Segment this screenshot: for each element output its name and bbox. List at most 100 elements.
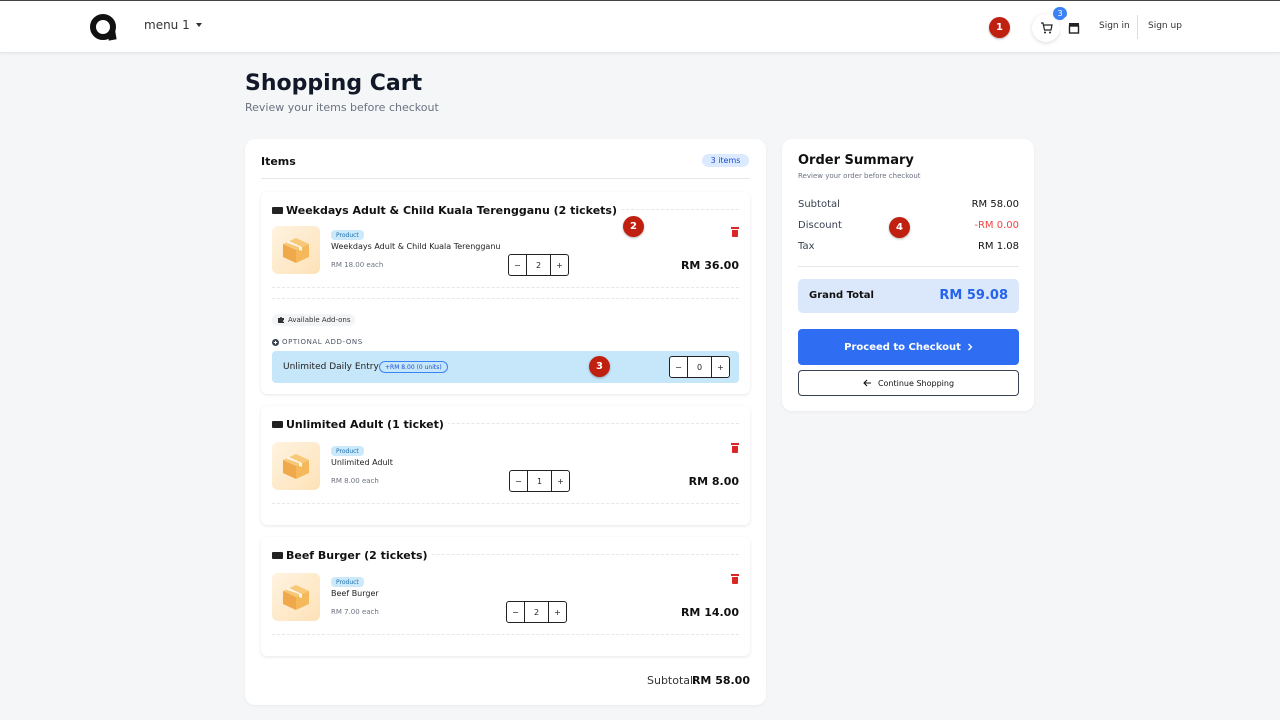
group-title-text: Unlimited Adult (1 ticket) xyxy=(286,418,444,431)
product-badge: Product xyxy=(331,230,364,240)
quantity-value[interactable]: 1 xyxy=(527,471,552,491)
cart-items-card: Items 3 items Weekdays Adult & Child Kua… xyxy=(245,139,766,705)
product-name: Unlimited Adult xyxy=(331,458,393,467)
grand-total-box: Grand Total RM 59.08 xyxy=(798,279,1019,313)
menu-dropdown[interactable]: menu 1 xyxy=(144,18,202,32)
product-badge: Product xyxy=(331,446,364,456)
product-name: Beef Burger xyxy=(331,589,379,598)
continue-label: Continue Shopping xyxy=(877,378,955,388)
items-divider xyxy=(261,178,750,179)
quantity-value[interactable]: 2 xyxy=(524,602,549,622)
addon-decrease-button[interactable]: − xyxy=(670,357,687,377)
cart-group-1: Weekdays Adult & Child Kuala Terengganu … xyxy=(261,192,750,394)
puzzle-icon xyxy=(278,317,284,323)
group-title-text: Weekdays Adult & Child Kuala Terengganu … xyxy=(286,204,617,217)
proceed-to-checkout-button[interactable]: Proceed to Checkout xyxy=(798,329,1019,365)
group-title: Weekdays Adult & Child Kuala Terengganu … xyxy=(272,204,621,217)
annotation-marker-4: 4 xyxy=(889,217,910,238)
continue-shopping-button[interactable]: Continue Shopping xyxy=(798,370,1019,396)
quantity-stepper: − 2 + xyxy=(506,601,567,623)
subtotal-label: Subtotal xyxy=(798,199,840,210)
cart-group-3: Beef Burger (2 tickets) Product Beef Bur… xyxy=(261,537,750,656)
product-name: Weekdays Adult & Child Kuala Terengganu xyxy=(331,242,501,251)
menu-label: menu 1 xyxy=(144,18,190,32)
grand-total-label: Grand Total xyxy=(809,290,874,301)
box-icon xyxy=(283,454,309,479)
checkout-label: Proceed to Checkout xyxy=(844,341,961,353)
product-badge: Product xyxy=(331,577,364,587)
annotation-marker-3: 3 xyxy=(589,356,610,377)
available-addons-label: Available Add-ons xyxy=(272,314,356,326)
addon-name: Unlimited Daily Entry xyxy=(283,362,379,372)
quantity-stepper: − 2 + xyxy=(508,254,569,276)
quantity-value[interactable]: 2 xyxy=(526,255,551,275)
plus-circle-icon xyxy=(272,338,279,346)
sign-in-link[interactable]: Sign in xyxy=(1099,21,1130,31)
trash-icon[interactable] xyxy=(731,574,739,584)
row-rule xyxy=(272,634,739,635)
summary-title: Order Summary xyxy=(798,153,914,168)
tax-value: RM 1.08 xyxy=(977,241,1019,252)
summary-tax-row: Tax RM 1.08 xyxy=(798,241,1019,252)
optional-addons-label: OPTIONAL ADD-ONS xyxy=(272,338,363,346)
line-total: RM 8.00 xyxy=(688,475,739,488)
decrease-button[interactable]: − xyxy=(510,471,527,491)
page-title: Shopping Cart xyxy=(245,71,423,96)
page-subtitle: Review your items before checkout xyxy=(245,101,439,114)
box-icon xyxy=(283,585,309,610)
decrease-button[interactable]: − xyxy=(507,602,524,622)
group-title: Beef Burger (2 tickets) xyxy=(272,549,432,562)
grand-total-value: RM 59.08 xyxy=(939,288,1008,303)
line-total: RM 36.00 xyxy=(680,259,739,272)
subtotal-value: RM 58.00 xyxy=(971,199,1019,210)
product-thumbnail xyxy=(272,226,320,274)
summary-subtitle: Review your order before checkout xyxy=(798,172,921,180)
addon-quantity-value[interactable]: 0 xyxy=(687,357,712,377)
cart-subtotal-label: Subtotal: xyxy=(647,674,697,687)
sign-up-link[interactable]: Sign up xyxy=(1148,21,1182,31)
addon-increase-button[interactable]: + xyxy=(712,357,729,377)
ticket-icon xyxy=(272,552,283,559)
ticket-icon xyxy=(272,207,283,214)
decrease-button[interactable]: − xyxy=(509,255,526,275)
product-thumbnail xyxy=(272,573,320,621)
increase-button[interactable]: + xyxy=(552,471,569,491)
cart-subtotal-value: RM 58.00 xyxy=(691,674,750,687)
arrow-left-icon xyxy=(863,379,871,387)
box-icon xyxy=(283,238,309,263)
product-unit-price: RM 18.00 each xyxy=(331,261,384,269)
chevron-right-icon xyxy=(967,343,973,351)
annotation-marker-2: 2 xyxy=(623,216,644,237)
store-icon xyxy=(1068,23,1080,34)
addon-price-badge: +RM 8.00 (0 units) xyxy=(379,361,448,373)
ticket-icon xyxy=(272,421,283,428)
row-rule xyxy=(272,287,739,288)
increase-button[interactable]: + xyxy=(549,602,566,622)
group-title: Unlimited Adult (1 ticket) xyxy=(272,418,448,431)
discount-label: Discount xyxy=(798,220,842,231)
cart-icon xyxy=(1040,22,1053,34)
group-title-text: Beef Burger (2 tickets) xyxy=(286,549,428,562)
increase-button[interactable]: + xyxy=(551,255,568,275)
addon-row: Unlimited Daily Entry +RM 8.00 (0 units)… xyxy=(272,351,739,383)
items-count-badge: 3 items xyxy=(702,154,749,167)
trash-icon[interactable] xyxy=(731,443,739,453)
product-unit-price: RM 8.00 each xyxy=(331,477,379,485)
addons-label-text: Available Add-ons xyxy=(288,316,351,324)
annotation-marker-1: 1 xyxy=(989,17,1010,38)
logo[interactable] xyxy=(90,14,118,42)
row-rule xyxy=(272,298,739,299)
discount-value: -RM 0.00 xyxy=(974,220,1019,231)
items-heading: Items xyxy=(261,155,296,168)
store-button[interactable] xyxy=(1060,14,1088,42)
trash-icon[interactable] xyxy=(731,227,739,237)
chevron-down-icon xyxy=(195,23,202,27)
cart-group-2: Unlimited Adult (1 ticket) Product Unlim… xyxy=(261,406,750,525)
navbar: menu 1 1 3 Sign in Sign up xyxy=(0,0,1280,53)
product-thumbnail xyxy=(272,442,320,490)
optional-label-text: OPTIONAL ADD-ONS xyxy=(282,338,363,346)
summary-divider xyxy=(798,266,1019,267)
tax-label: Tax xyxy=(798,241,815,252)
product-unit-price: RM 7.00 each xyxy=(331,608,379,616)
addon-quantity-stepper: − 0 + xyxy=(669,356,730,378)
